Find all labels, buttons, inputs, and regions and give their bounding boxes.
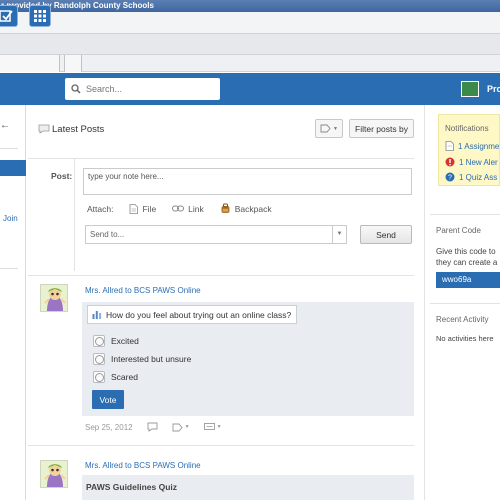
post-author-link[interactable]: Mrs. Allred to BCS PAWS Online: [85, 461, 201, 470]
profile-avatar-icon[interactable]: [461, 81, 479, 97]
radio-button[interactable]: [93, 335, 105, 347]
notifications-title: Notifications: [445, 124, 489, 133]
post-author-link[interactable]: Mrs. Allred to BCS PAWS Online: [85, 286, 201, 295]
search-input[interactable]: Search...: [65, 78, 220, 100]
link-icon: [172, 205, 185, 212]
browser-title-text: r provided by Randolph County Schools: [1, 1, 154, 10]
search-icon: [71, 84, 81, 94]
sidebar-divider: [0, 148, 18, 149]
notification-assignment[interactable]: 1 Assignme: [445, 141, 499, 151]
sidebar-join-link[interactable]: Join: [3, 214, 18, 223]
chevron-down-icon[interactable]: ▼: [332, 226, 346, 243]
tag-icon: [320, 124, 331, 133]
svg-text:?: ?: [448, 175, 452, 182]
tag-post-button[interactable]: ▼: [172, 423, 190, 432]
poll-option-label: Scared: [111, 372, 138, 382]
poll-option[interactable]: Excited: [93, 335, 139, 347]
right-divider: [430, 214, 500, 215]
checkmark-icon: [0, 10, 13, 22]
avatar[interactable]: [40, 460, 68, 488]
attach-backpack-link[interactable]: Backpack: [235, 204, 272, 214]
poll-option[interactable]: Interested but unsure: [93, 353, 191, 365]
chevron-down-icon: ▼: [184, 424, 190, 430]
vote-button[interactable]: Vote: [92, 390, 124, 409]
note-input[interactable]: type your note here...: [83, 168, 412, 195]
quiz-icon: ?: [445, 172, 455, 182]
parent-code-value: wwo69a: [436, 272, 500, 288]
post-meta: Sep 25, 2012 ▼ ▼: [85, 422, 222, 432]
chevron-down-icon: ▼: [333, 125, 338, 132]
attach-label: Attach:: [87, 203, 114, 214]
attach-link-link[interactable]: Link: [188, 204, 204, 214]
composer-divider: [74, 159, 75, 271]
browser-new-tab-button[interactable]: [64, 55, 82, 72]
grid-icon: [34, 10, 46, 22]
notification-text: 1 New Aler: [459, 157, 498, 167]
bar-chart-icon: [92, 311, 102, 319]
radio-button[interactable]: [93, 353, 105, 365]
notification-alert[interactable]: 1 New Aler: [445, 157, 498, 167]
sidebar-item-active[interactable]: [0, 160, 26, 176]
notification-text: 1 Quiz Ass: [459, 172, 498, 182]
post-date: Sep 25, 2012: [85, 422, 133, 432]
column-divider: [424, 105, 425, 500]
more-actions-button[interactable]: ▼: [203, 422, 222, 432]
radio-button[interactable]: [93, 371, 105, 383]
poll-option-label: Interested but unsure: [111, 354, 192, 364]
poll-question-text: How do you feel about trying out an onli…: [106, 309, 292, 320]
comment-icon: [203, 422, 215, 430]
search-placeholder: Search...: [86, 84, 123, 94]
poll-option[interactable]: Scared: [93, 371, 138, 383]
send-to-placeholder: Send to...: [90, 230, 125, 239]
parent-code-description: Give this code to they can create a: [436, 246, 497, 268]
poll-question: How do you feel about trying out an onli…: [87, 305, 297, 324]
tag-filter-button[interactable]: ▼: [315, 119, 343, 138]
parent-code-desc-line: Give this code to: [436, 247, 496, 256]
browser-bookmarks-area: [0, 34, 500, 54]
avatar[interactable]: [40, 284, 68, 312]
filter-posts-button[interactable]: Filter posts by: [349, 119, 414, 138]
attach-row: Attach: File Link Backpack: [87, 203, 272, 214]
profile-label[interactable]: Pro: [487, 84, 500, 94]
speech-bubble-icon: [38, 124, 50, 134]
reply-icon[interactable]: [147, 422, 158, 432]
quiz-title[interactable]: PAWS Guidelines Quiz: [86, 482, 177, 492]
file-icon: [130, 203, 139, 214]
sidebar-divider: [0, 268, 18, 269]
parent-code-desc-line: they can create a: [436, 258, 498, 267]
feed-divider: [28, 445, 414, 446]
notification-text: 1 Assignme: [458, 141, 500, 151]
feed-divider: [28, 275, 414, 276]
send-button[interactable]: Send: [360, 225, 412, 244]
feed-title: Latest Posts: [52, 124, 105, 135]
checklist-button[interactable]: [0, 5, 18, 27]
recent-activity-empty: No activities here: [436, 334, 494, 343]
browser-toolbar: [0, 12, 500, 34]
apps-grid-button[interactable]: [29, 5, 51, 27]
owl-avatar-icon: [41, 285, 67, 311]
parent-code-title: Parent Code: [436, 226, 481, 235]
tag-icon: [172, 423, 183, 431]
browser-tab-strip: [0, 54, 500, 72]
browser-title-bar: r provided by Randolph County Schools: [0, 0, 500, 12]
alert-icon: [445, 157, 455, 167]
browser-tab[interactable]: [0, 55, 60, 72]
owl-avatar-icon: [41, 461, 67, 487]
note-placeholder: type your note here...: [88, 172, 164, 181]
chevron-down-icon: ▼: [216, 424, 222, 430]
pencil-note-icon: [445, 141, 454, 151]
attach-file-link[interactable]: File: [142, 204, 156, 214]
poll-option-label: Excited: [111, 336, 139, 346]
backpack-icon: [221, 203, 230, 213]
notification-quiz[interactable]: ? 1 Quiz Ass: [445, 172, 497, 182]
recent-activity-title: Recent Activity: [436, 315, 489, 324]
right-divider: [430, 303, 500, 304]
post-label: Post:: [51, 171, 73, 181]
send-to-field[interactable]: Send to... ▼: [85, 225, 347, 244]
back-arrow-icon[interactable]: ←: [0, 120, 10, 131]
